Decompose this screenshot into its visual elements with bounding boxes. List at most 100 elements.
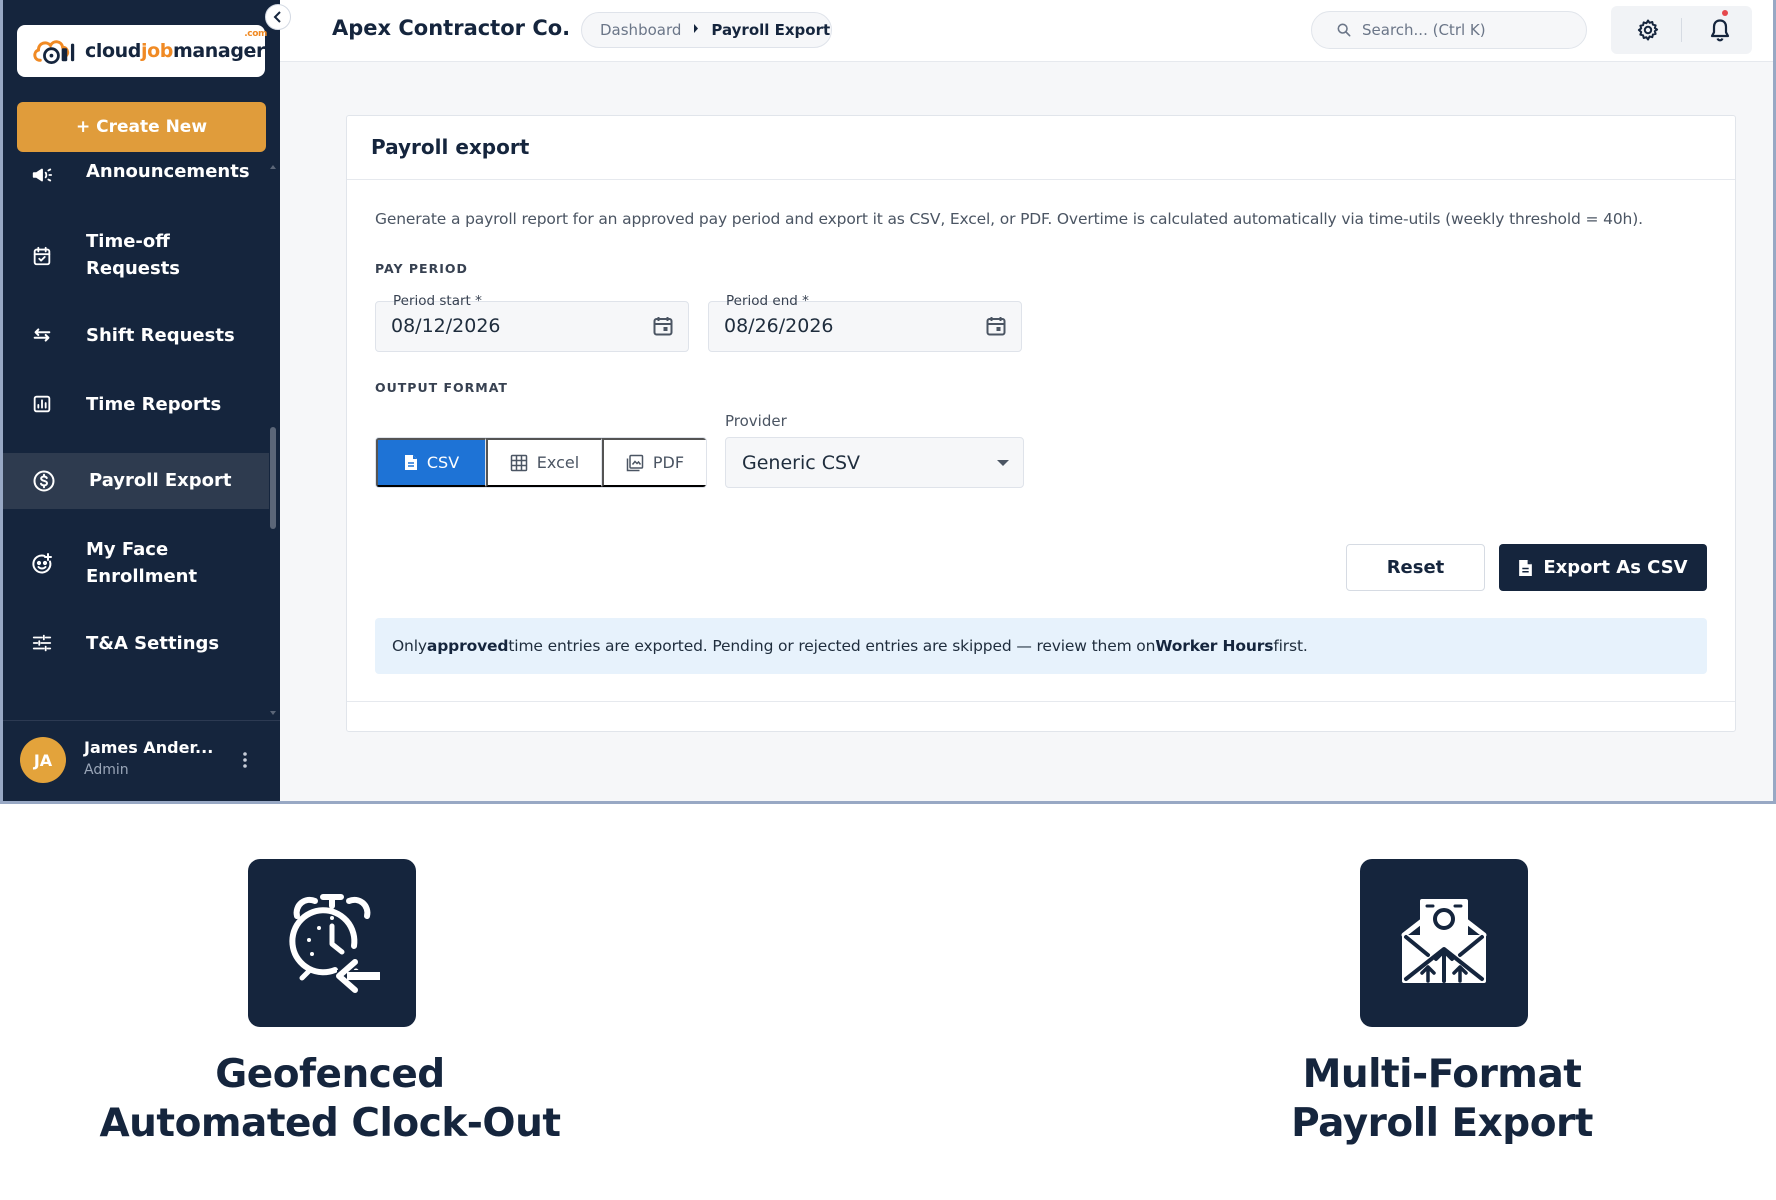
brand-wordmark: cloudjobmanager .com: [85, 29, 267, 62]
format-csv-button[interactable]: CSV: [376, 438, 486, 487]
toolbar-divider: [1681, 18, 1682, 42]
info-bold-approved: approved: [426, 637, 509, 655]
feature-title-line1: Geofenced: [215, 1052, 445, 1097]
grid-icon: [510, 454, 528, 471]
sidebar-item-ta-settings[interactable]: T&A Settings: [3, 624, 269, 662]
file-icon: [1519, 559, 1533, 576]
search-input[interactable]: [1362, 21, 1562, 39]
export-button-label: Export As CSV: [1543, 557, 1688, 578]
sidebar-item-label: Time Reports: [86, 394, 222, 415]
format-excel-label: Excel: [536, 453, 580, 472]
provider-value: Generic CSV: [742, 452, 861, 474]
settings-button[interactable]: [1617, 6, 1679, 54]
logo-text-cloud: cloud: [85, 40, 141, 62]
sidebar-item-shift-requests[interactable]: Shift Requests: [3, 316, 269, 354]
cloud-logo-icon: [33, 40, 75, 65]
sidebar-item-label: Payroll Export: [89, 470, 232, 491]
feature-title-multi-format: Multi-Format Payroll Export: [1142, 1050, 1742, 1148]
sidebar-scroll-thumb[interactable]: [270, 427, 276, 529]
sidebar-item-label-line2: Requests: [86, 258, 181, 279]
gear-icon: [1637, 19, 1659, 41]
search-box[interactable]: [1311, 11, 1587, 49]
format-pdf-label: PDF: [652, 453, 685, 472]
format-excel-button[interactable]: Excel: [486, 438, 602, 487]
format-pdf-button[interactable]: PDF: [602, 438, 706, 487]
period-start-label: Period start *: [391, 293, 484, 309]
breadcrumb: Dashboard Payroll Export: [581, 12, 832, 48]
breadcrumb-current: Payroll Export: [711, 21, 831, 39]
calendar-icon[interactable]: [984, 314, 1008, 342]
period-start-field[interactable]: Period start * 08/12/2026: [375, 293, 689, 352]
breadcrumb-dashboard[interactable]: Dashboard: [600, 21, 681, 39]
sidebar-item-payroll-export[interactable]: Payroll Export: [3, 453, 269, 509]
card-title: Payroll export: [371, 135, 530, 159]
face-scan-icon: [29, 551, 55, 577]
info-text-2: time entries are exported. Pending or re…: [508, 637, 1156, 655]
notification-badge: [1722, 10, 1728, 16]
kebab-menu-icon[interactable]: [237, 747, 253, 773]
brand-logo[interactable]: cloudjobmanager .com: [17, 25, 267, 77]
format-toggle-group: CSV Excel PDF: [375, 437, 707, 488]
notifications-button[interactable]: [1689, 6, 1751, 54]
search-icon: [1337, 23, 1351, 37]
period-end-label: Period end *: [724, 293, 811, 309]
period-start-value: 08/12/2026: [391, 315, 501, 337]
user-name: James Ander...: [84, 738, 214, 757]
payroll-envelope-icon: [1360, 859, 1528, 1027]
megaphone-icon: [29, 162, 55, 188]
caret-down-icon: [997, 460, 1009, 466]
sidebar-item-label-line2: Enrollment: [86, 566, 198, 587]
calendar-check-icon: [29, 243, 55, 269]
info-text-3: first.: [1273, 637, 1308, 655]
sidebar: cloudjobmanager .com + Create New Announc…: [3, 0, 280, 801]
sidebar-item-time-off-requests[interactable]: Time-off Requests: [3, 226, 269, 286]
feature-title-line2: Payroll Export: [1291, 1101, 1593, 1146]
sidebar-item-announcements[interactable]: Announcements: [3, 156, 269, 194]
info-text-1: Only: [392, 637, 427, 655]
calendar-icon[interactable]: [651, 314, 675, 342]
period-end-field[interactable]: Period end * 08/26/2026: [708, 293, 1022, 352]
sidebar-item-label: Announcements: [86, 161, 250, 182]
bar-chart-icon: [29, 391, 55, 417]
card-header: Payroll export: [347, 116, 1735, 180]
stage: cloudjobmanager .com + Create New Announc…: [0, 0, 1776, 1200]
worker-hours-link[interactable]: Worker Hours: [1155, 637, 1273, 655]
info-banner: Only approved time entries are exported.…: [375, 618, 1707, 674]
pay-period-heading: PAY PERIOD: [375, 261, 468, 276]
format-csv-label: CSV: [426, 453, 460, 472]
toolbar-actions: [1611, 6, 1752, 54]
feature-title-line2: Automated Clock-Out: [99, 1101, 561, 1146]
chevron-right-icon: [693, 24, 699, 36]
swap-arrows-icon: [29, 322, 55, 348]
sliders-icon: [29, 630, 55, 656]
chevron-left-icon: [273, 11, 281, 23]
sidebar-item-label: My Face: [86, 539, 169, 560]
provider-select[interactable]: Generic CSV: [725, 437, 1024, 488]
scroll-up-icon: [270, 165, 276, 169]
sidebar-item-label: Time-off: [86, 231, 170, 252]
dollar-circle-icon: [31, 468, 57, 494]
alarm-clock-out-icon: [248, 859, 416, 1027]
payroll-export-card: Payroll export Generate a payroll report…: [346, 115, 1736, 732]
create-new-button[interactable]: + Create New: [17, 102, 266, 152]
user-role: Admin: [84, 762, 129, 778]
card-description: Generate a payroll report for an approve…: [375, 210, 1643, 228]
bell-icon: [1710, 19, 1730, 42]
avatar: JA: [20, 737, 66, 783]
sidebar-item-time-reports[interactable]: Time Reports: [3, 385, 269, 423]
app-window: cloudjobmanager .com + Create New Announc…: [0, 0, 1776, 804]
collapse-sidebar-button[interactable]: [265, 4, 291, 30]
sidebar-item-my-face-enrollment[interactable]: My Face Enrollment: [3, 534, 269, 594]
period-end-value: 08/26/2026: [724, 315, 834, 337]
top-bar: Apex Contractor Co. Dashboard Payroll Ex…: [280, 0, 1773, 62]
user-profile[interactable]: JA James Ander... Admin: [3, 720, 280, 801]
feature-title-geofenced: Geofenced Automated Clock-Out: [30, 1050, 630, 1148]
scroll-down-icon: [270, 711, 276, 715]
card-footer-divider: [347, 701, 1735, 702]
output-format-heading: OUTPUT FORMAT: [375, 380, 508, 395]
export-button[interactable]: Export As CSV: [1499, 544, 1707, 591]
provider-label: Provider: [725, 412, 787, 430]
reset-button[interactable]: Reset: [1346, 544, 1485, 591]
sidebar-item-label: Shift Requests: [86, 325, 235, 346]
logo-text-job: job: [141, 40, 173, 62]
